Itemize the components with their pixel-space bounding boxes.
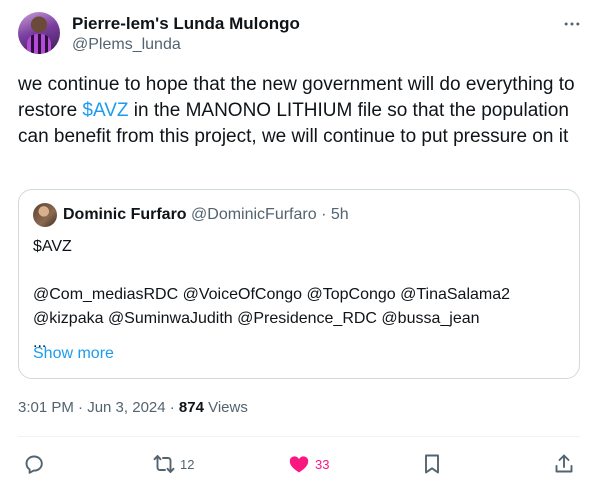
retweet-count: 12 <box>180 456 195 472</box>
more-options-button[interactable] <box>560 12 584 36</box>
timestamp[interactable]: 3:01 PM · Jun 3, 2024 · <box>18 399 179 416</box>
quote-author-avatar <box>33 203 57 227</box>
more-icon <box>564 22 580 26</box>
divider <box>18 436 580 437</box>
bookmark-button[interactable] <box>420 450 444 478</box>
retweet-button[interactable]: 12 <box>152 450 194 478</box>
quoted-tweet[interactable]: Dominic Furfaro @DominicFurfaro · 5h $AV… <box>18 189 580 379</box>
retweet-icon <box>153 455 175 473</box>
tweet-text: we continue to hope that the new governm… <box>18 72 583 150</box>
show-more-link[interactable]: Show more <box>33 345 114 363</box>
author-name[interactable]: Pierre-lem's Lunda Mulongo <box>72 14 300 34</box>
share-button[interactable] <box>552 450 576 478</box>
quote-handle-time: @DominicFurfaro · 5h <box>191 206 349 223</box>
reply-icon <box>25 455 43 474</box>
views-count: 874 <box>178 399 204 416</box>
like-button[interactable]: 33 <box>287 450 329 478</box>
reply-button[interactable] <box>22 450 46 478</box>
cashtag-link[interactable]: $AVZ <box>82 100 128 121</box>
tweet-meta: 3:01 PM · Jun 3, 2024 · 874 Views <box>18 399 248 416</box>
bookmark-icon <box>425 454 439 474</box>
action-bar: 12 33 <box>22 450 578 478</box>
author-avatar[interactable] <box>18 12 60 54</box>
views-label: Views <box>203 399 248 416</box>
tweet-header: Pierre-lem's Lunda Mulongo @Plems_lunda <box>18 12 586 60</box>
quote-body: $AVZ @Com_mediasRDC @VoiceOfCongo @TopCo… <box>33 238 511 351</box>
quote-author-name: Dominic Furfaro <box>63 206 187 223</box>
share-icon <box>555 454 573 473</box>
like-count: 33 <box>315 456 330 472</box>
author-handle[interactable]: @Plems_lunda <box>72 36 181 54</box>
heart-icon <box>289 456 309 473</box>
quote-header: Dominic Furfaro @DominicFurfaro · 5h <box>63 206 349 224</box>
